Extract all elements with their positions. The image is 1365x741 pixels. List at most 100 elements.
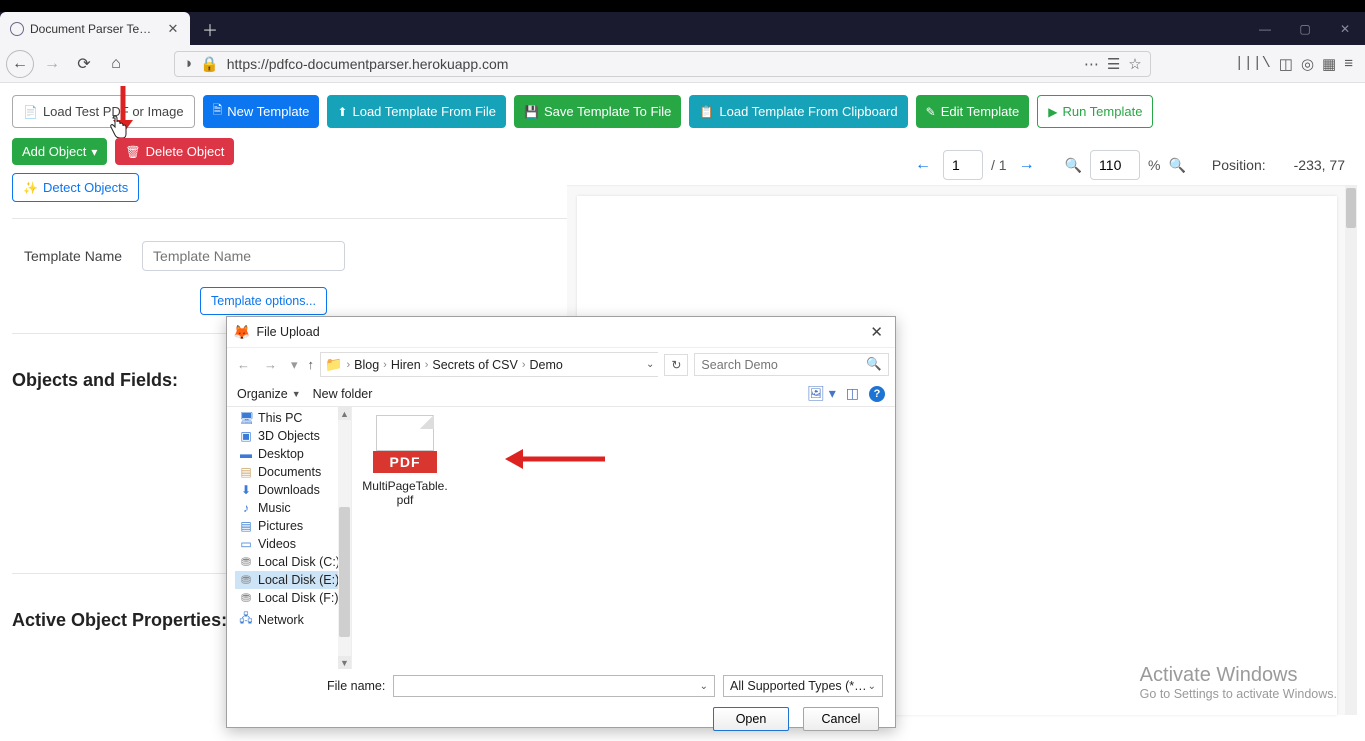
breadcrumb-dropdown-icon[interactable]: ⌄ xyxy=(640,359,654,370)
delete-object-button[interactable]: 🗑 Delete Object xyxy=(115,138,234,165)
url-text: https://pdfco-documentparser.herokuapp.c… xyxy=(227,56,509,72)
tree-item[interactable]: ▣3D Objects xyxy=(235,427,351,445)
filename-input[interactable] xyxy=(400,679,699,693)
tree-item[interactable]: 🖧Network xyxy=(235,607,351,632)
menu-icon[interactable]: ≡ xyxy=(1344,55,1353,72)
tree-item[interactable]: ▭Videos xyxy=(235,535,351,553)
add-object-button[interactable]: Add Object ▾ xyxy=(12,138,107,165)
app-toolbar: 📄 Load Test PDF or Image 🗎 New Template … xyxy=(0,83,1365,134)
run-template-button[interactable]: ▶ Run Template xyxy=(1037,95,1153,128)
vertical-scrollbar[interactable] xyxy=(1345,186,1357,715)
scroll-up-icon[interactable]: ▲ xyxy=(338,407,351,420)
template-options-button[interactable]: Template options... xyxy=(200,287,327,315)
new-tab-button[interactable]: ＋ xyxy=(196,12,224,45)
tree-item-label: Downloads xyxy=(258,483,320,497)
account-icon[interactable]: ◎ xyxy=(1301,55,1314,73)
tree-item[interactable]: ⛃Local Disk (C:) xyxy=(235,553,351,571)
tree-item-icon: ▣ xyxy=(239,429,253,443)
load-template-file-label: Load Template From File xyxy=(352,104,496,119)
tab-close-icon[interactable]: ✕ xyxy=(166,22,180,36)
load-template-clipboard-button[interactable]: 📋 Load Template From Clipboard xyxy=(689,95,907,128)
nav-forward-icon[interactable]: → xyxy=(38,50,66,78)
dialog-recent-icon[interactable]: ▾ xyxy=(287,357,302,373)
page-number-input[interactable] xyxy=(943,150,983,180)
folder-icon: 📁 xyxy=(325,356,342,373)
ellipsis-icon[interactable]: ⋯ xyxy=(1084,55,1099,73)
breadcrumb-item[interactable]: Blog xyxy=(354,358,379,372)
edit-template-button[interactable]: ✎ Edit Template xyxy=(916,95,1030,128)
filetype-label: All Supported Types (*.pdf;*.jpg xyxy=(730,679,868,693)
nav-reload-icon[interactable]: ⟳ xyxy=(70,50,98,78)
page-prev-icon[interactable]: ← xyxy=(911,156,935,174)
template-name-input[interactable] xyxy=(142,241,345,271)
window-controls: — ▢ ✕ xyxy=(1245,12,1365,45)
detect-objects-button[interactable]: ✨ Detect Objects xyxy=(12,173,139,202)
filetype-select[interactable]: All Supported Types (*.pdf;*.jpg ⌄ xyxy=(723,675,883,697)
breadcrumb-item[interactable]: Secrets of CSV xyxy=(432,358,517,372)
reader-icon[interactable]: ☰ xyxy=(1107,55,1120,73)
window-minimize-icon[interactable]: — xyxy=(1245,22,1285,36)
filename-dropdown-icon[interactable]: ⌄ xyxy=(700,681,708,692)
tree-item[interactable]: ⛃Local Disk (F:) xyxy=(235,589,351,607)
page-next-icon[interactable]: → xyxy=(1015,156,1039,174)
breadcrumb[interactable]: 📁 › Blog › Hiren › Secrets of CSV › Demo… xyxy=(320,352,658,377)
clipboard-icon: 📋 xyxy=(699,105,714,119)
file-list-pane[interactable]: PDF MultiPageTable.pdf xyxy=(352,407,895,669)
cancel-button[interactable]: Cancel xyxy=(803,707,879,731)
detect-objects-label: Detect Objects xyxy=(43,180,128,195)
dialog-close-icon[interactable]: ✕ xyxy=(864,321,889,343)
zoom-in-icon[interactable]: 🔍 xyxy=(1168,157,1185,174)
search-field[interactable] xyxy=(701,358,862,372)
view-details-icon[interactable]: ◫ xyxy=(846,385,859,402)
library-icon[interactable]: |||\ xyxy=(1235,55,1271,72)
tab-title: Document Parser Template Ed xyxy=(30,22,160,36)
window-maximize-icon[interactable]: ▢ xyxy=(1285,22,1325,36)
pencil-icon: ✎ xyxy=(926,105,936,119)
zoom-input[interactable] xyxy=(1090,150,1140,180)
tree-scrollbar[interactable]: ▲ ▼ xyxy=(338,407,351,669)
tree-item[interactable]: 🖥This PC xyxy=(235,409,351,427)
open-button[interactable]: Open xyxy=(713,707,789,731)
file-icon: 📄 xyxy=(23,105,38,119)
new-folder-button[interactable]: New folder xyxy=(313,387,373,401)
scroll-down-icon[interactable]: ▼ xyxy=(338,656,351,669)
window-close-icon[interactable]: ✕ xyxy=(1325,22,1365,36)
tree-item[interactable]: ⬇Downloads xyxy=(235,481,351,499)
sidebar-toggle-icon[interactable]: ◫ xyxy=(1279,55,1293,73)
tree-item[interactable]: ▬Desktop xyxy=(235,445,351,463)
new-template-label: New Template xyxy=(227,104,309,119)
tree-item[interactable]: ▤Documents xyxy=(235,463,351,481)
grid-icon[interactable]: ▦ xyxy=(1322,55,1336,73)
bookmark-star-icon[interactable]: ☆ xyxy=(1128,55,1141,73)
url-bar[interactable]: ◑ 🔒 https://pdfco-documentparser.herokua… xyxy=(174,51,1151,77)
tree-item[interactable]: ♪Music xyxy=(235,499,351,517)
view-thumbnails-icon[interactable]: 🖼 ▾ xyxy=(807,385,836,402)
refresh-icon[interactable]: ↻ xyxy=(664,354,688,376)
dialog-forward-icon[interactable]: → xyxy=(260,357,281,372)
dialog-up-icon[interactable]: ↑ xyxy=(308,357,315,372)
load-test-pdf-button[interactable]: 📄 Load Test PDF or Image xyxy=(12,95,195,128)
breadcrumb-item[interactable]: Hiren xyxy=(391,358,421,372)
dialog-back-icon[interactable]: ← xyxy=(233,357,254,372)
tree-item[interactable]: ▤Pictures xyxy=(235,517,351,535)
browser-tab[interactable]: Document Parser Template Ed ✕ xyxy=(0,12,190,45)
new-template-button[interactable]: 🗎 New Template xyxy=(203,95,320,128)
organize-button[interactable]: Organize ▼ xyxy=(237,387,301,401)
file-item[interactable]: PDF MultiPageTable.pdf xyxy=(362,415,448,507)
breadcrumb-item[interactable]: Demo xyxy=(530,358,563,372)
zoom-out-icon[interactable]: 🔍 xyxy=(1065,157,1082,174)
filename-input-wrap: ⌄ xyxy=(393,675,715,697)
dialog-nav-row: ← → ▾ ↑ 📁 › Blog › Hiren › Secrets of CS… xyxy=(227,348,895,381)
tab-favicon-icon xyxy=(10,22,24,36)
load-template-file-button[interactable]: ⬆ Load Template From File xyxy=(327,95,506,128)
tree-item[interactable]: ⛃Local Disk (E:) xyxy=(235,571,351,589)
nav-back-icon[interactable]: ← xyxy=(6,50,34,78)
save-template-file-button[interactable]: 💾 Save Template To File xyxy=(514,95,681,128)
scrollbar-thumb[interactable] xyxy=(1346,188,1356,228)
tree-item-icon: 🖧 xyxy=(239,609,253,630)
scroll-thumb[interactable] xyxy=(339,507,350,637)
dialog-search-input[interactable]: 🔍 xyxy=(694,353,889,376)
page-total: / 1 xyxy=(991,157,1007,173)
nav-home-icon[interactable]: ⌂ xyxy=(102,50,130,78)
help-icon[interactable]: ? xyxy=(869,386,885,402)
